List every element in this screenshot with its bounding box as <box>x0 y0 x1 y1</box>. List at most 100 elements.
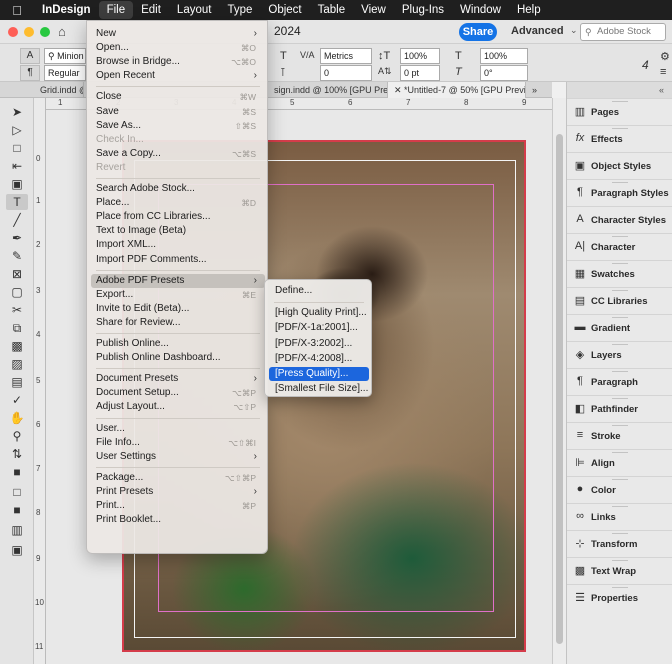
file-menu-item-publish-online[interactable]: Publish Online... <box>91 337 265 351</box>
panel-character-styles[interactable]: A Character Styles <box>567 206 672 233</box>
pdf-preset-high-quality-print[interactable]: [High Quality Print]... <box>269 306 369 320</box>
pdf-preset-pdf-x-1a-2001[interactable]: [PDF/X-1a:2001]... <box>269 321 369 335</box>
file-menu-item-save-a-copy[interactable]: Save a Copy... ⌥⌘S <box>91 147 265 161</box>
menu-edit[interactable]: Edit <box>133 1 169 19</box>
type-tool-icon[interactable]: T <box>6 194 28 210</box>
panel-effects[interactable]: fx Effects <box>567 125 672 152</box>
panel-properties[interactable]: ☰ Properties <box>567 584 672 611</box>
file-menu-item-place-from-cc-libraries[interactable]: Place from CC Libraries... <box>91 210 265 224</box>
kerning-field[interactable]: Metrics <box>320 48 372 64</box>
pdf-preset-smallest-file-size[interactable]: [Smallest File Size]... <box>269 382 369 396</box>
panel-text-wrap[interactable]: ▩ Text Wrap <box>567 557 672 584</box>
share-button[interactable]: Share <box>459 23 497 41</box>
screen-mode-icon[interactable]: ▥ <box>6 522 28 538</box>
file-menu-item-invite-to-edit-beta[interactable]: Invite to Edit (Beta)... <box>91 302 265 316</box>
gap-tool-icon[interactable]: ⇤ <box>6 158 28 174</box>
pdf-preset-pdf-x-3-2002[interactable]: [PDF/X-3:2002]... <box>269 337 369 351</box>
file-menu-item-open-recent[interactable]: Open Recent › <box>91 69 265 83</box>
panel-pages[interactable]: ▥ Pages <box>567 98 672 125</box>
gear-icon[interactable]: ⚙ <box>660 50 670 63</box>
vertical-scrollbar[interactable] <box>552 98 566 664</box>
menu-app-indesign[interactable]: InDesign <box>34 1 99 19</box>
vertical-scale-field[interactable]: 100% <box>400 48 440 64</box>
panel-character[interactable]: A| Character <box>567 233 672 260</box>
workspace-switcher[interactable]: Advanced <box>511 25 564 37</box>
file-menu-item-search-adobe-stock[interactable]: Search Adobe Stock... <box>91 182 265 196</box>
pencil-tool-icon[interactable]: ✎ <box>6 248 28 264</box>
content-collector-icon[interactable]: ▣ <box>6 176 28 192</box>
gradient-feather-tool-icon[interactable]: ▨ <box>6 356 28 372</box>
type-on-path-icon[interactable]: 4 <box>642 58 649 72</box>
zoom-tool-icon[interactable]: ⚲ <box>6 428 28 444</box>
menu-type[interactable]: Type <box>219 1 260 19</box>
home-icon[interactable]: ⌂ <box>58 24 66 39</box>
file-menu-item-import-xml[interactable]: Import XML... <box>91 238 265 252</box>
menu-table[interactable]: Table <box>310 1 354 19</box>
file-menu-item-publish-online-dashboard[interactable]: Publish Online Dashboard... <box>91 351 265 365</box>
paragraph-formatting-button[interactable]: ¶ <box>20 65 40 81</box>
menu-view[interactable]: View <box>353 1 394 19</box>
tab-untitled-7[interactable]: ✕ *Untitled-7 @ 50% [GPU Preview] <box>388 82 526 98</box>
file-menu-item-file-info[interactable]: File Info... ⌥⇧⌘I <box>91 436 265 450</box>
file-menu-item-user-settings[interactable]: User Settings › <box>91 450 265 464</box>
panel-links[interactable]: ∞ Links <box>567 503 672 530</box>
file-menu-item-save[interactable]: Save ⌘S <box>91 105 265 119</box>
file-menu-item-adobe-pdf-presets[interactable]: Adobe PDF Presets › <box>91 273 265 288</box>
baseline-shift-field[interactable]: 0 pt <box>400 65 440 81</box>
tracking-field[interactable]: 0 <box>320 65 372 81</box>
file-menu-item-print-presets[interactable]: Print Presets › <box>91 485 265 499</box>
menu-layout[interactable]: Layout <box>169 1 220 19</box>
font-family-field[interactable]: ⚲ Minion <box>44 48 86 64</box>
adobe-stock-search-input[interactable]: ⚲ Adobe Stock <box>580 23 666 41</box>
hand-tool-icon[interactable]: ✋ <box>6 410 28 426</box>
panel-align[interactable]: ⊫ Align <box>567 449 672 476</box>
file-menu-item-browse-in-bridge[interactable]: Browse in Bridge... ⌥⌘O <box>91 55 265 69</box>
panel-paragraph[interactable]: ¶ Paragraph <box>567 368 672 395</box>
fill-stroke-icon[interactable]: ■ <box>6 464 28 480</box>
note-tool-icon[interactable]: ▤ <box>6 374 28 390</box>
panel-gradient[interactable]: ▬ Gradient <box>567 314 672 341</box>
file-menu-item-save-as[interactable]: Save As... ⇧⌘S <box>91 119 265 133</box>
file-menu-item-print-booklet[interactable]: Print Booklet... <box>91 513 265 527</box>
file-menu-item-place[interactable]: Place... ⌘D <box>91 196 265 210</box>
file-menu-item-print[interactable]: Print... ⌘P <box>91 499 265 513</box>
menu-window[interactable]: Window <box>452 1 509 19</box>
view-mode-icon[interactable]: ▣ <box>6 542 28 558</box>
panel-paragraph-styles[interactable]: ¶ Paragraph Styles <box>567 179 672 206</box>
tab-design-document[interactable]: sign.indd @ 100% [GPU Preview] <box>268 82 388 98</box>
apple-icon[interactable]:  <box>0 3 34 18</box>
panel-pathfinder[interactable]: ◧ Pathfinder <box>567 395 672 422</box>
rectangle-tool-icon[interactable]: ▢ <box>6 284 28 300</box>
direct-selection-tool-icon[interactable]: ▷ <box>6 122 28 138</box>
gradient-tool-icon[interactable]: ▩ <box>6 338 28 354</box>
panel-swatches[interactable]: ▦ Swatches <box>567 260 672 287</box>
file-menu-item-adjust-layout[interactable]: Adjust Layout... ⌥⇧P <box>91 400 265 414</box>
vertical-ruler[interactable]: 0 1 2 3 4 5 6 7 8 9 10 11 <box>34 98 46 664</box>
font-style-field[interactable]: Regular <box>44 65 86 81</box>
skew-field[interactable]: 0° <box>480 65 528 81</box>
free-transform-tool-icon[interactable]: ⧉ <box>6 320 28 336</box>
character-formatting-button[interactable]: A <box>20 48 40 64</box>
file-menu-item-document-presets[interactable]: Document Presets › <box>91 372 265 386</box>
panel-transform[interactable]: ⊹ Transform <box>567 530 672 557</box>
panel-layers[interactable]: ◈ Layers <box>567 341 672 368</box>
file-menu-item-import-pdf-comments[interactable]: Import PDF Comments... <box>91 253 265 267</box>
scissors-tool-icon[interactable]: ✂ <box>6 302 28 318</box>
dock-collapse-icon[interactable]: « <box>567 82 672 98</box>
menu-file[interactable]: File <box>98 1 134 19</box>
panel-color[interactable]: ● Color <box>567 476 672 503</box>
rectangle-frame-tool-icon[interactable]: ⊠ <box>6 266 28 282</box>
menu-object[interactable]: Object <box>260 1 309 19</box>
file-menu-item-user[interactable]: User... <box>91 422 265 436</box>
panel-object-styles[interactable]: ▣ Object Styles <box>567 152 672 179</box>
file-menu-item-export[interactable]: Export... ⌘E <box>91 288 265 302</box>
panel-stroke[interactable]: ≡ Stroke <box>567 422 672 449</box>
menu-help[interactable]: Help <box>509 1 549 19</box>
pdf-preset-press-quality[interactable]: [Press Quality]... <box>269 367 369 381</box>
swap-fill-stroke-icon[interactable]: ⇅ <box>6 446 28 462</box>
file-menu-item-share-for-review[interactable]: Share for Review... <box>91 316 265 330</box>
scrollbar-thumb[interactable] <box>556 134 563 644</box>
zoom-window-button[interactable] <box>40 26 50 37</box>
close-window-button[interactable] <box>8 26 18 37</box>
pdf-preset-define[interactable]: Define... <box>269 284 369 298</box>
